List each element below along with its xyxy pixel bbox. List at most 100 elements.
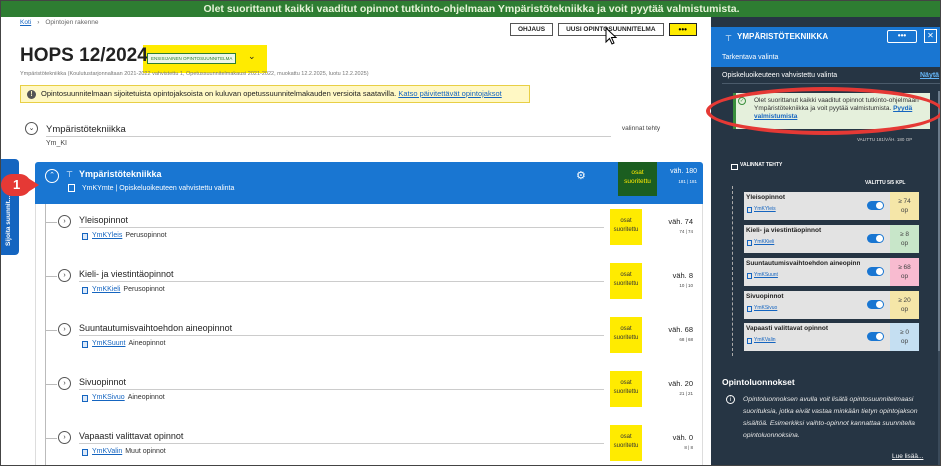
- study-item-credit-min: väh. 68: [668, 325, 693, 334]
- panel-item-value: ≥ 68: [898, 264, 911, 271]
- study-item-credit-done: 68 | 68: [679, 337, 693, 342]
- module-status-badge: osat suoritettu: [618, 162, 657, 196]
- guidance-button[interactable]: OHJAUS: [510, 23, 554, 36]
- panel-item[interactable]: Vapaasti valittavat opinnot YmKValin ≥ 0 op: [744, 323, 919, 351]
- study-item-credit-min: väh. 74: [668, 217, 693, 226]
- tree-branch: [45, 276, 57, 277]
- study-item[interactable]: › Suuntautumisvaihtoehdon aineopinnot YmKS…: [35, 312, 703, 366]
- panel-item-name: Vapaasti valittavat opinnot: [746, 325, 828, 332]
- study-item-title: Suuntautumisvaihtoehdon aineopinnot: [79, 323, 233, 333]
- toggle-switch[interactable]: [867, 201, 884, 210]
- toggle-switch[interactable]: [867, 234, 884, 243]
- study-item-code-link[interactable]: YmKValin: [92, 448, 122, 455]
- toggle-switch[interactable]: [867, 332, 884, 341]
- book-icon: [747, 207, 752, 213]
- study-item-code-link[interactable]: YmKSivuo: [92, 394, 125, 401]
- chosen-count: VALITTU 5/5 KPL: [865, 180, 906, 186]
- alert-link[interactable]: Katso päivitettävät opintojaksot: [398, 89, 501, 98]
- module-title: Ympäristötekniikka: [79, 169, 162, 179]
- chosen-total: VALITTU 181/VÄH. 180 OP: [857, 137, 913, 142]
- panel-item-code-link[interactable]: YmKSivuo: [754, 305, 777, 311]
- divider: [46, 136, 611, 137]
- divider: [722, 83, 940, 84]
- panel-item[interactable]: Sivuopinnot YmKSivuo ≥ 20 op: [744, 291, 919, 319]
- study-item[interactable]: › Kieli- ja viestintäopinnot YmKKieli Perus…: [35, 258, 703, 312]
- study-item-code-link[interactable]: YmKKieli: [92, 286, 120, 293]
- collapse-chevron-icon[interactable]: ⌃: [45, 169, 59, 183]
- book-icon: [82, 287, 88, 294]
- study-item[interactable]: › Yleisopinnot YmKYleis Perusopinnot osat su…: [35, 204, 703, 258]
- divider: [79, 281, 604, 282]
- panel-item-code-link[interactable]: YmKValin: [754, 337, 776, 343]
- panel-item-code-link[interactable]: YmKYleis: [754, 206, 776, 212]
- panel-item[interactable]: Yleisopinnot YmKYleis ≥ 74 op: [744, 192, 919, 220]
- toolbar: OHJAUS UUSI OPINTOSUUNNITELMA •••: [510, 23, 697, 36]
- panel-item-value: ≥ 0: [900, 329, 909, 336]
- book-icon: [747, 240, 752, 246]
- step-arrow-icon: [28, 178, 39, 192]
- expand-chevron-icon[interactable]: ›: [58, 431, 71, 444]
- panel-item-name: Yleisopinnot: [746, 194, 785, 201]
- expand-chevron-icon[interactable]: ⌄: [25, 122, 38, 135]
- panel-show-link[interactable]: Näytä: [920, 72, 939, 79]
- book-icon: [68, 184, 75, 192]
- book-icon: [747, 273, 752, 279]
- study-item-type: Aineopinnot: [128, 340, 166, 347]
- panel-item-code-link[interactable]: YmKSuunt: [754, 272, 778, 278]
- status-badge: ENSISIJAINEN OPINTOSUUNNITELMA: [147, 53, 237, 64]
- study-item-code-line: YmKSivuo Aineopinnot: [92, 394, 165, 401]
- more-options-button[interactable]: •••: [668, 23, 697, 36]
- toggle-switch[interactable]: [867, 300, 884, 309]
- divider: [79, 389, 604, 390]
- study-item-credit-done: 74 | 74: [679, 229, 693, 234]
- book-icon: [82, 449, 88, 456]
- mouse-cursor-icon: [605, 27, 618, 45]
- panel-confirmed-label: Opiskeluoikeuteen vahvistettu valinta: [722, 72, 838, 79]
- expand-chevron-icon[interactable]: ›: [58, 215, 71, 228]
- book-icon: [82, 341, 88, 348]
- study-item[interactable]: › Vapaasti valittavat opinnot YmKValin Muut…: [35, 420, 703, 465]
- study-item-credit-min: väh. 8: [672, 271, 693, 280]
- study-item-code-line: YmKValin Muut opinnot: [92, 448, 166, 455]
- gear-icon[interactable]: ⚙: [576, 169, 586, 182]
- divider: [79, 443, 604, 444]
- study-item-type: Perusopinnot: [125, 232, 167, 239]
- chevron-down-icon[interactable]: ⌄: [248, 51, 256, 62]
- breadcrumb-home-link[interactable]: Koti: [20, 19, 31, 26]
- panel-more-button[interactable]: •••: [887, 30, 917, 43]
- study-item-status-badge: osat suoritettu: [610, 209, 642, 245]
- study-item-status-badge: osat suoritettu: [610, 425, 642, 461]
- read-more-link[interactable]: Lue lisää...: [892, 453, 923, 460]
- panel-item-credits: ≥ 68 op: [890, 258, 919, 286]
- expand-chevron-icon[interactable]: ›: [58, 377, 71, 390]
- side-panel: ⊤ YMPÄRISTÖTEKNIIKKA ••• ✕ Tarkentava va…: [711, 17, 940, 465]
- tree-line: [732, 186, 733, 356]
- study-item-code-line: YmKSuunt Aineopinnot: [92, 340, 165, 347]
- breadcrumb-current: Opintojen rakenne: [45, 19, 99, 26]
- expand-chevron-icon[interactable]: ›: [58, 269, 71, 282]
- breadcrumb-separator-icon: ›: [37, 19, 40, 26]
- tree-branch: [45, 384, 57, 385]
- study-item-code-link[interactable]: YmKSuunt: [92, 340, 125, 347]
- module-credits: väh. 180 181 | 181: [665, 167, 697, 187]
- panel-item[interactable]: Kieli- ja viestintäopinnot YmKKieli ≥ 8 op: [744, 225, 919, 253]
- step-marker: 1: [1, 174, 31, 196]
- panel-item[interactable]: Suuntautumisvaihtoehdon aineopinnot YmKSu…: [744, 258, 919, 286]
- chosen-done-button[interactable]: VALINNAT TEHTY: [728, 162, 782, 168]
- study-item-code-line: YmKKieli Perusopinnot: [92, 286, 165, 293]
- close-icon[interactable]: ✕: [924, 29, 937, 43]
- info-icon: !: [27, 90, 36, 99]
- panel-item-code-link[interactable]: YmKKieli: [754, 239, 774, 245]
- panel-item-name: Kieli- ja viestintäopinnot: [746, 227, 822, 234]
- study-item-status-badge: osat suoritettu: [610, 371, 642, 407]
- study-item-title: Yleisopinnot: [79, 215, 129, 225]
- expand-chevron-icon[interactable]: ›: [58, 323, 71, 336]
- book-icon: [82, 233, 88, 240]
- toggle-switch[interactable]: [867, 267, 884, 276]
- study-item[interactable]: › Sivuopinnot YmKSivuo Aineopinnot osat suor…: [35, 366, 703, 420]
- breadcrumb: Koti › Opintojen rakenne: [20, 19, 99, 26]
- study-item-code-link[interactable]: YmKYleis: [92, 232, 122, 239]
- study-item-title: Sivuopinnot: [79, 377, 127, 387]
- panel-title: YMPÄRISTÖTEKNIIKKA: [737, 32, 829, 41]
- tree-branch: [45, 438, 57, 439]
